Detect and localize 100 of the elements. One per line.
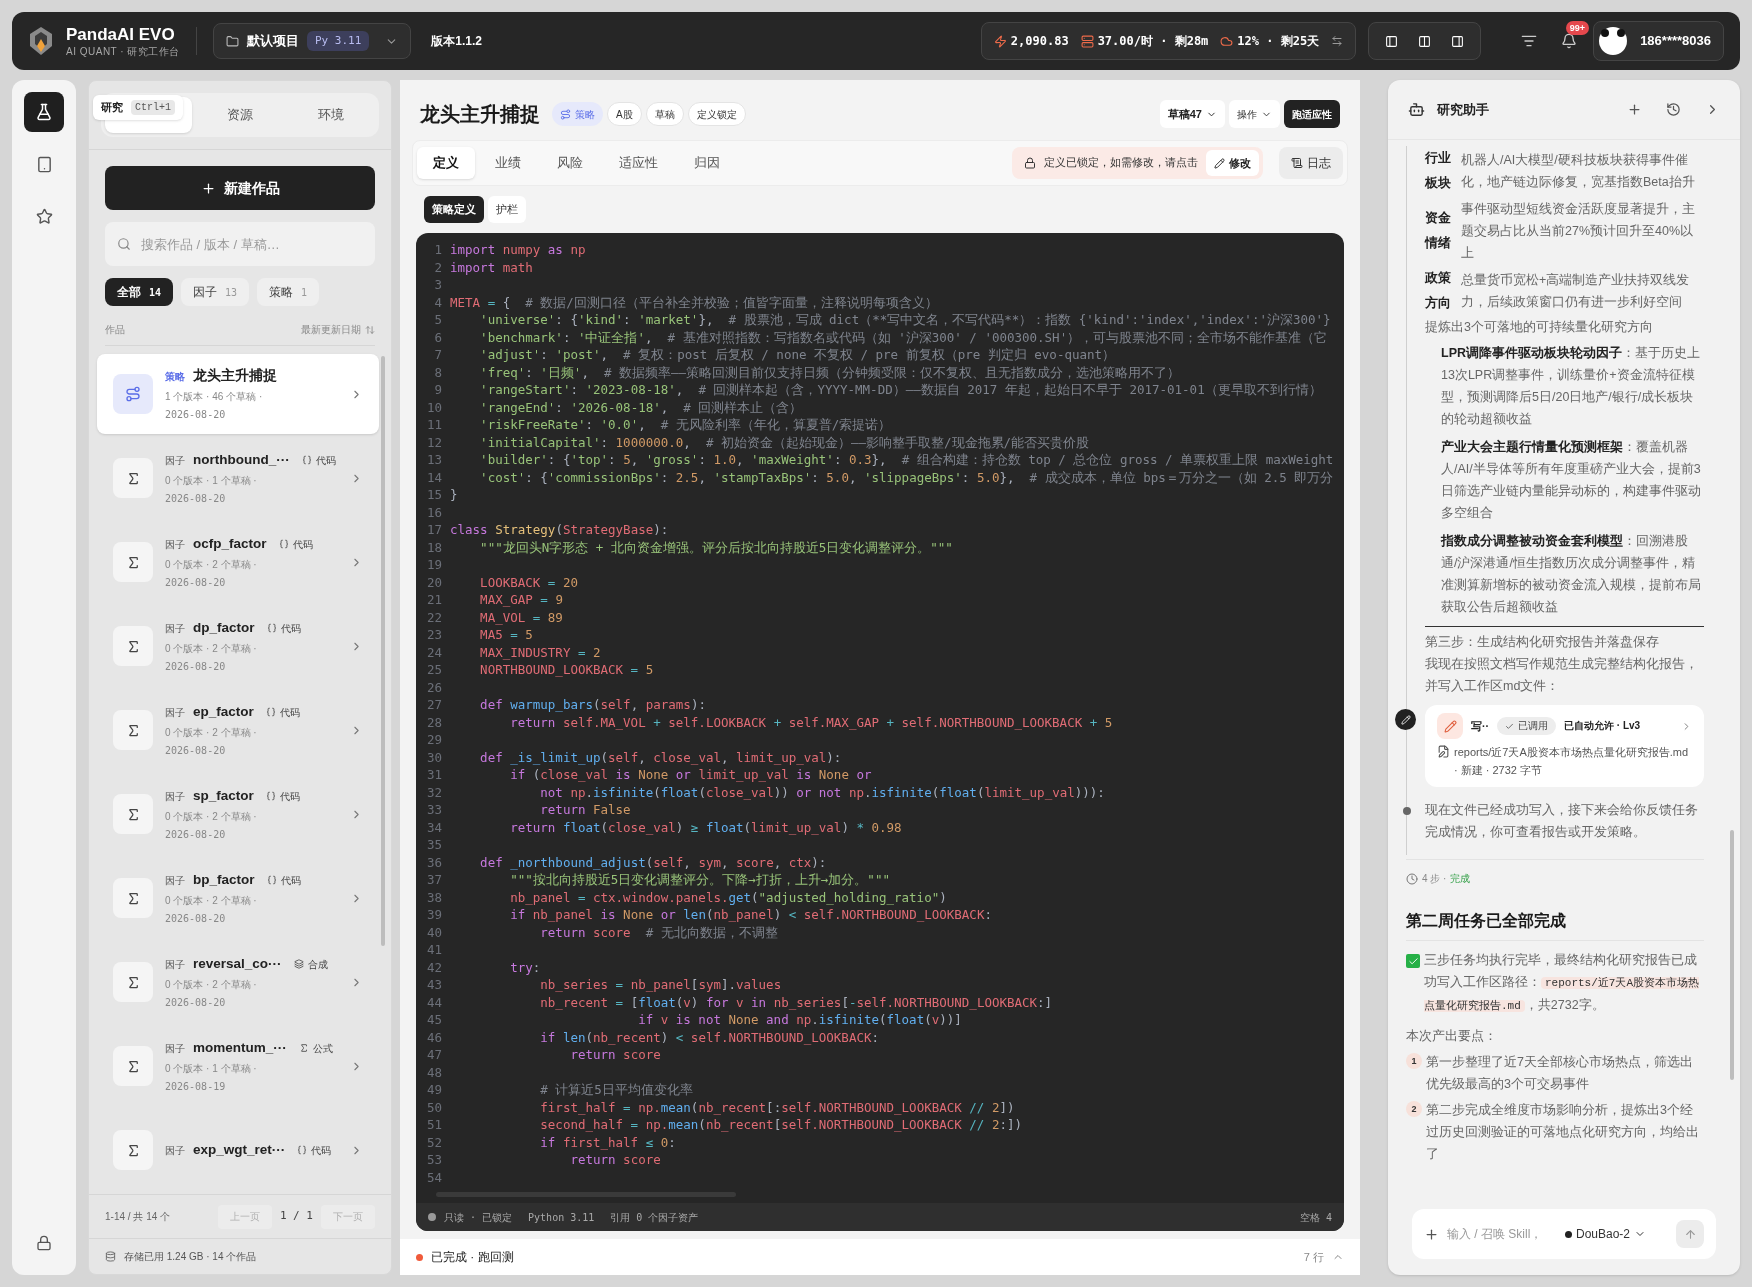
line-number: 12	[425, 433, 443, 451]
work-meta: 1 个版本 · 46 个草稿 ·	[165, 390, 264, 405]
line-number: 10	[425, 398, 443, 416]
code-line: 'initialCapital': 1000000.0, # 初始资金（起始现金）——影响整手取整/现金拖累/能否买贵价股	[479, 433, 1090, 451]
code-line: first_half = np.mean(nb_recent[:self.NORTHBOUND_LOOKBACK // 2])	[539, 1098, 1015, 1116]
code-line: MAX_INDUSTRY = 2	[479, 643, 601, 661]
line-number: 23	[425, 626, 443, 644]
direction-item: 产业大会主题行情量化预测框架：覆盖机器人/AI/半导体等所有年度重磅产业大会，提前3日筛选产业链内量能异动标的，构建事件驱动多空组合	[1441, 438, 1702, 522]
code-line: return score	[569, 1151, 661, 1169]
work-name: 龙头主升捕捉	[193, 366, 277, 385]
line-number: 6	[433, 328, 443, 346]
code-line: 'riskFreeRate': '0.0', # 无风险利率（年化，算夏普/索提诺）	[479, 416, 892, 434]
strategy-tag: 策略	[552, 102, 603, 126]
line-number: 41	[425, 941, 443, 959]
panel-title: 研究助手	[1437, 100, 1489, 119]
work-meta: 0 个版本 · 2 个草稿 ·	[165, 642, 258, 657]
page-indicator: 1 / 1	[279, 1208, 313, 1225]
work-name: ep_factor	[193, 702, 254, 721]
line-number: 51	[425, 1116, 443, 1134]
type-label: 因子	[165, 1041, 185, 1056]
work-tag: 代码	[279, 704, 300, 720]
line-number: 37	[425, 871, 443, 889]
work-name: exp_wgt_ret···	[193, 1140, 286, 1159]
usage-stat: 12% · 剩25天	[1237, 33, 1320, 50]
line-number: 35	[425, 836, 443, 854]
line-number: 20	[425, 573, 443, 591]
line-number: 46	[425, 1028, 443, 1046]
point-text: 第一步整理了近7天全部核心市场热点，筛选出优先级最高的3个可交易事件	[1426, 1054, 1694, 1093]
code-line: return score	[569, 1046, 661, 1064]
code-line: """龙回头N字形态 + 北向资金增强。评分后按北向持股近5日变化调整评分。"""	[479, 538, 953, 556]
line-number: 33	[425, 801, 443, 819]
code-line: import math	[449, 258, 533, 276]
language-label: Python 3.11	[528, 1210, 595, 1225]
line-number: 52	[425, 1133, 443, 1151]
line-number: 40	[425, 923, 443, 941]
code-line: 'universe': {'kind': 'market'}, # 股票池，写成 dict（**写中文名，不写代码**）：指数 {'kind':'index','index':'沪深300'}	[479, 311, 1331, 329]
status-tag: 定义锁定	[687, 102, 746, 126]
line-number: 18	[425, 538, 443, 556]
type-label: 因子	[165, 873, 185, 888]
section-heading: 第二周任务已全部完成	[1406, 910, 1704, 941]
line-number: 4	[433, 293, 443, 311]
type-label: 因子	[165, 1143, 185, 1158]
work-date: 2026-08-20	[165, 828, 227, 843]
code-line: 'freq': '日频', # 数据频率——策略回测目前仅支持日频（分钟频受限：仅不复权、且无指数成分，选池策略用不了）	[479, 363, 1181, 381]
brand-subtitle: AI QUANT · 研究工作台	[66, 46, 180, 57]
line-number: 3	[433, 276, 443, 294]
type-label: 因子	[165, 705, 185, 720]
points-title: 本次产出要点：	[1406, 1028, 1498, 1045]
work-tag: 代码	[279, 788, 300, 804]
line-number: 31	[425, 766, 443, 784]
code-line: if (close_val is None or limit_up_val is None or	[509, 766, 872, 784]
work-meta: 0 个版本 · 1 个草稿 ·	[165, 1062, 258, 1077]
usage-stat: 2,090.83	[1010, 33, 1069, 50]
line-number: 49	[425, 1081, 443, 1099]
work-tag: 公式	[312, 1040, 333, 1056]
number-badge: 1	[1406, 1053, 1422, 1069]
line-number: 48	[425, 1063, 443, 1081]
line-number: 44	[425, 993, 443, 1011]
line-number: 39	[425, 906, 443, 924]
work-meta: 0 个版本 · 2 个草稿 ·	[165, 978, 258, 993]
code-line: def warmup_bars(self, params):	[479, 696, 706, 714]
direction-item: LPR调降事件驱动板块轮动因子：基于历史上13次LPR调整事件，训练量价+资金流特征模型，预测调降后5日/20日地产/银行/成长板块的轮动超额收益	[1441, 345, 1701, 428]
code-line: class Strategy(StrategyBase):	[449, 521, 669, 539]
work-date: 2026-08-20	[165, 408, 227, 423]
line-number: 47	[425, 1046, 443, 1064]
work-name: sp_factor	[193, 786, 254, 805]
result-text: 三步任务均执行完毕，最终结构化研究报告已成功写入工作区路径： reports/近7天A股资本市场热点量化研究报告.md ，共2732字。	[1424, 952, 1701, 1014]
line-number: 26	[425, 678, 443, 696]
shortcut-key: Ctrl+1	[131, 99, 175, 115]
code-line: 'rangeStart': '2023-08-18', # 回测样本起（含，YYYY-MM-DD）——数据自 2017 年起，起始日不早于 2017-01-01（更早取不到行情）	[479, 381, 1322, 399]
work-tag: 合成	[307, 956, 328, 972]
fact-term: 行业板块	[1425, 150, 1452, 192]
code-line: return score # 无北向数据，不调整	[539, 923, 778, 941]
work-meta: 0 个版本 · 2 个草稿 ·	[165, 558, 258, 573]
work-meta: 0 个版本 · 2 个草稿 ·	[165, 810, 258, 825]
line-number: 5	[433, 311, 443, 329]
line-number: 17	[425, 521, 443, 539]
work-tag: 代码	[315, 452, 336, 468]
status-tag: A股	[607, 102, 642, 126]
number-badge: 2	[1406, 1101, 1422, 1117]
fact-text: 总量货币宽松+高端制造产业扶持双线发力，后续政策窗口仍有进一步利好空间	[1461, 272, 1691, 311]
line-number: 29	[425, 731, 443, 749]
code-line: 'benchmark': '中证全指', # 基准对照指数：写指数名或代码（如 '沪深300' / '000300.SH'），可与股票池不同；全市场不能作基准（它	[479, 328, 1328, 346]
column-label: 作品	[105, 323, 125, 337]
line-number: 7	[433, 346, 443, 364]
work-name: ocfp_factor	[193, 534, 267, 553]
line-number: 53	[425, 1151, 443, 1169]
code-line: MAX_GAP = 9	[479, 591, 563, 609]
line-number: 14	[425, 468, 443, 486]
line-number: 45	[425, 1011, 443, 1029]
code-line: if first_half ≤ 0:	[539, 1133, 676, 1151]
fact-text: 机器人/AI大模型/硬科技板块获得事件催化，地产链边际修复，宽基指数Beta抬升	[1461, 152, 1696, 191]
type-label: 因子	[165, 537, 185, 552]
work-date: 2026-08-20	[165, 912, 227, 927]
references-label: 引用 0 个因子资产	[610, 1210, 699, 1225]
line-number: 36	[425, 853, 443, 871]
line-number: 50	[425, 1098, 443, 1116]
code-line: return float(close_val) ≥ float(limit_up_val) * 0.98	[509, 818, 902, 836]
type-label: 因子	[165, 789, 185, 804]
line-number: 38	[425, 888, 443, 906]
